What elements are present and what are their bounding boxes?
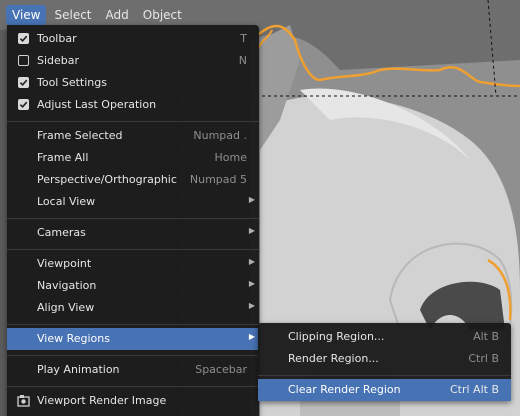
menu-item-viewpoint[interactable]: Viewpoint ▶	[7, 253, 259, 275]
menu-item-tool-settings[interactable]: Tool Settings	[7, 72, 259, 94]
menu-item-label: Frame All	[37, 151, 89, 164]
menu-item-shortcut: Ctrl B	[468, 352, 499, 365]
menu-item-view-regions[interactable]: View Regions ▶	[7, 328, 259, 350]
submenu-arrow-icon: ▶	[248, 332, 255, 341]
menu-item-label: View Regions	[37, 332, 110, 345]
menu-item-local-view[interactable]: Local View ▶	[7, 191, 259, 213]
menu-object[interactable]: Object	[137, 5, 188, 25]
submenu-arrow-icon: ▶	[248, 279, 255, 288]
render-image-icon	[17, 395, 30, 407]
menu-item-label: Clipping Region...	[288, 330, 385, 343]
checkbox-unchecked-icon[interactable]	[18, 55, 29, 66]
submenu-arrow-icon: ▶	[248, 301, 255, 310]
menu-item-clipping-region[interactable]: Clipping Region... Alt B	[258, 326, 511, 348]
menu-item-render-region[interactable]: Render Region... Ctrl B	[258, 348, 511, 370]
menu-item-clear-render-region[interactable]: Clear Render Region Ctrl Alt B	[258, 379, 511, 401]
menu-item-label: Sidebar	[37, 54, 80, 67]
menu-add[interactable]: Add	[100, 5, 135, 25]
menu-item-label: Viewport Render Image	[37, 394, 167, 407]
menu-item-viewport-render-image[interactable]: Viewport Render Image	[7, 390, 259, 412]
header-menubar: View Select Add Object	[0, 4, 190, 26]
menu-item-label: Navigation	[37, 279, 97, 292]
menu-separator	[258, 375, 511, 376]
menu-item-label: Toolbar	[37, 32, 77, 45]
menu-item-align-view[interactable]: Align View ▶	[7, 297, 259, 319]
menu-item-frame-selected[interactable]: Frame Selected Numpad .	[7, 125, 259, 147]
menu-item-label: Adjust Last Operation	[37, 98, 157, 111]
menu-separator	[7, 324, 259, 325]
menu-item-label: Clear Render Region	[288, 383, 401, 396]
menu-item-shortcut: Numpad 5	[189, 173, 247, 186]
view-regions-submenu: Clipping Region... Alt B Render Region..…	[258, 323, 511, 401]
menu-item-cameras[interactable]: Cameras ▶	[7, 222, 259, 244]
menu-item-toolbar[interactable]: Toolbar T	[7, 28, 259, 50]
menu-item-adjust-last-operation[interactable]: Adjust Last Operation	[7, 94, 259, 116]
menu-item-play-animation[interactable]: Play Animation Spacebar	[7, 359, 259, 381]
menu-item-label: Play Animation	[37, 363, 120, 376]
submenu-arrow-icon: ▶	[248, 195, 255, 204]
menu-item-shortcut: Home	[214, 151, 247, 164]
menu-item-shortcut: Alt B	[473, 330, 499, 343]
menu-select[interactable]: Select	[48, 5, 97, 25]
menu-item-label: Perspective/Orthographic	[37, 173, 177, 186]
submenu-arrow-icon: ▶	[248, 257, 255, 266]
menu-item-label: Align View	[37, 301, 95, 314]
view-menu: Toolbar T Sidebar N Tool Settings Adjust…	[7, 25, 259, 416]
menu-item-navigation[interactable]: Navigation ▶	[7, 275, 259, 297]
menu-item-frame-all[interactable]: Frame All Home	[7, 147, 259, 169]
menu-item-label: Local View	[37, 195, 96, 208]
submenu-arrow-icon: ▶	[248, 226, 255, 235]
menu-item-shortcut: N	[238, 54, 247, 67]
menu-item-shortcut: Spacebar	[195, 363, 247, 376]
menu-separator	[7, 121, 259, 122]
menu-item-label: Cameras	[37, 226, 86, 239]
menu-separator	[7, 218, 259, 219]
menu-item-sidebar[interactable]: Sidebar N	[7, 50, 259, 72]
menu-item-perspective-orthographic[interactable]: Perspective/Orthographic Numpad 5	[7, 169, 259, 191]
checkbox-checked-icon[interactable]	[18, 99, 29, 110]
menu-separator	[7, 249, 259, 250]
menu-separator	[7, 386, 259, 387]
menu-separator	[7, 355, 259, 356]
menu-item-shortcut: T	[240, 32, 247, 45]
menu-item-label: Frame Selected	[37, 129, 123, 142]
menu-item-label: Render Region...	[288, 352, 379, 365]
checkbox-checked-icon[interactable]	[18, 33, 29, 44]
menu-item-shortcut: Numpad .	[193, 129, 247, 142]
menu-item-label: Tool Settings	[37, 76, 107, 89]
menu-item-shortcut: Ctrl Alt B	[449, 383, 499, 396]
menu-item-label: Viewpoint	[37, 257, 92, 270]
checkbox-checked-icon[interactable]	[18, 77, 29, 88]
menu-view[interactable]: View	[6, 5, 47, 25]
